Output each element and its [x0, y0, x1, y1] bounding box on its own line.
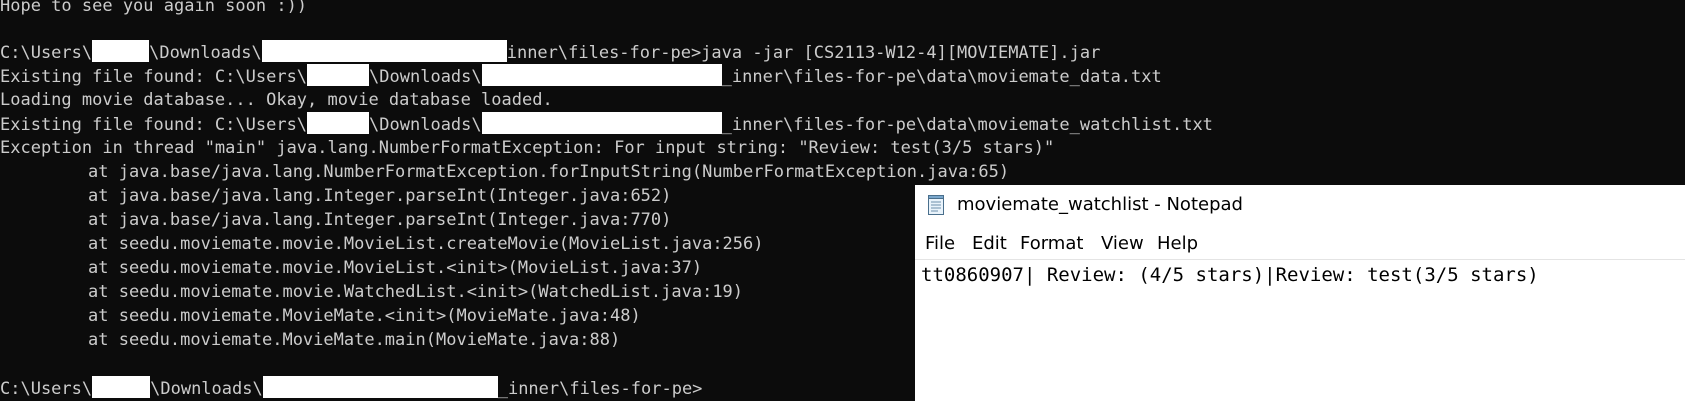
terminal-text: \Downloads\: [369, 67, 482, 87]
terminal-text: inner\files-for-pe>java -jar [CS2113-W12…: [506, 43, 1101, 63]
file-content[interactable]: tt0860907| Review: (4/5 stars)|Review: t…: [921, 262, 1539, 288]
terminal-line: Hope to see you again soon :)): [0, 0, 308, 16]
menu-file[interactable]: File: [921, 229, 959, 259]
window-title: moviemate_watchlist - Notepad: [957, 194, 1243, 215]
redacted-block: [92, 376, 151, 398]
text-editor-area[interactable]: tt0860907| Review: (4/5 stars)|Review: t…: [915, 260, 1685, 401]
terminal-line-exception: Exception in thread "main" java.lang.Num…: [0, 138, 1055, 158]
notepad-icon: [927, 195, 945, 215]
terminal-text: _inner\files-for-pe>: [497, 379, 703, 399]
terminal-line: Existing file found: C:\Users\ \Downloads…: [0, 112, 1213, 136]
stack-trace-line: at seedu.moviemate.MovieMate.<init>(Movi…: [88, 306, 641, 326]
notepad-window[interactable]: moviemate_watchlist - Notepad File Edit …: [915, 185, 1685, 401]
terminal-text: Existing file found: C:\Users\: [0, 115, 308, 135]
stack-trace-line: at seedu.moviemate.MovieMate.main(MovieM…: [88, 330, 621, 350]
redacted-block: [261, 40, 507, 62]
menu-help[interactable]: Help: [1153, 229, 1202, 259]
terminal-text: _inner\files-for-pe\data\moviemate_data.…: [721, 67, 1162, 87]
stack-trace-line: at seedu.moviemate.movie.MovieList.creat…: [88, 234, 764, 254]
redacted-block: [307, 64, 370, 86]
terminal-text: \Downloads\: [369, 115, 482, 135]
stack-trace-line: at java.base/java.lang.Integer.parseInt(…: [88, 210, 672, 230]
notepad-title-bar[interactable]: moviemate_watchlist - Notepad: [915, 185, 1685, 225]
stack-trace-line: at java.base/java.lang.Integer.parseInt(…: [88, 186, 672, 206]
terminal-prompt: C:\Users\ \Downloads\ _inner\files-for-pe>: [0, 376, 702, 400]
redacted-block: [307, 112, 370, 134]
redacted-block: [92, 40, 150, 62]
terminal-line: Existing file found: C:\Users\ \Downloads…: [0, 64, 1162, 88]
menu-view[interactable]: View: [1097, 229, 1148, 259]
terminal-line-command: C:\Users\ \Downloads\ inner\files-for-pe>j…: [0, 40, 1100, 64]
menu-bar: File Edit Format View Help: [915, 229, 1685, 259]
terminal-text: C:\Users\: [0, 379, 93, 399]
stack-trace-line: at seedu.moviemate.movie.MovieList.<init…: [88, 258, 703, 278]
terminal-line: Loading movie database... Okay, movie da…: [0, 90, 553, 110]
redacted-block: [481, 112, 722, 134]
menu-format[interactable]: Format: [1016, 229, 1087, 259]
stack-trace-line: at java.base/java.lang.NumberFormatExcep…: [88, 162, 1010, 182]
redacted-block: [262, 376, 498, 398]
menu-edit[interactable]: Edit: [968, 229, 1011, 259]
terminal-text: \Downloads\: [150, 379, 263, 399]
terminal-text: \Downloads\: [149, 43, 262, 63]
terminal-text: C:\Users\: [0, 43, 93, 63]
terminal-text: Existing file found: C:\Users\: [0, 67, 308, 87]
terminal-text: _inner\files-for-pe\data\moviemate_watch…: [721, 115, 1213, 135]
redacted-block: [481, 64, 722, 86]
stack-trace-line: at seedu.moviemate.movie.WatchedList.<in…: [88, 282, 744, 302]
